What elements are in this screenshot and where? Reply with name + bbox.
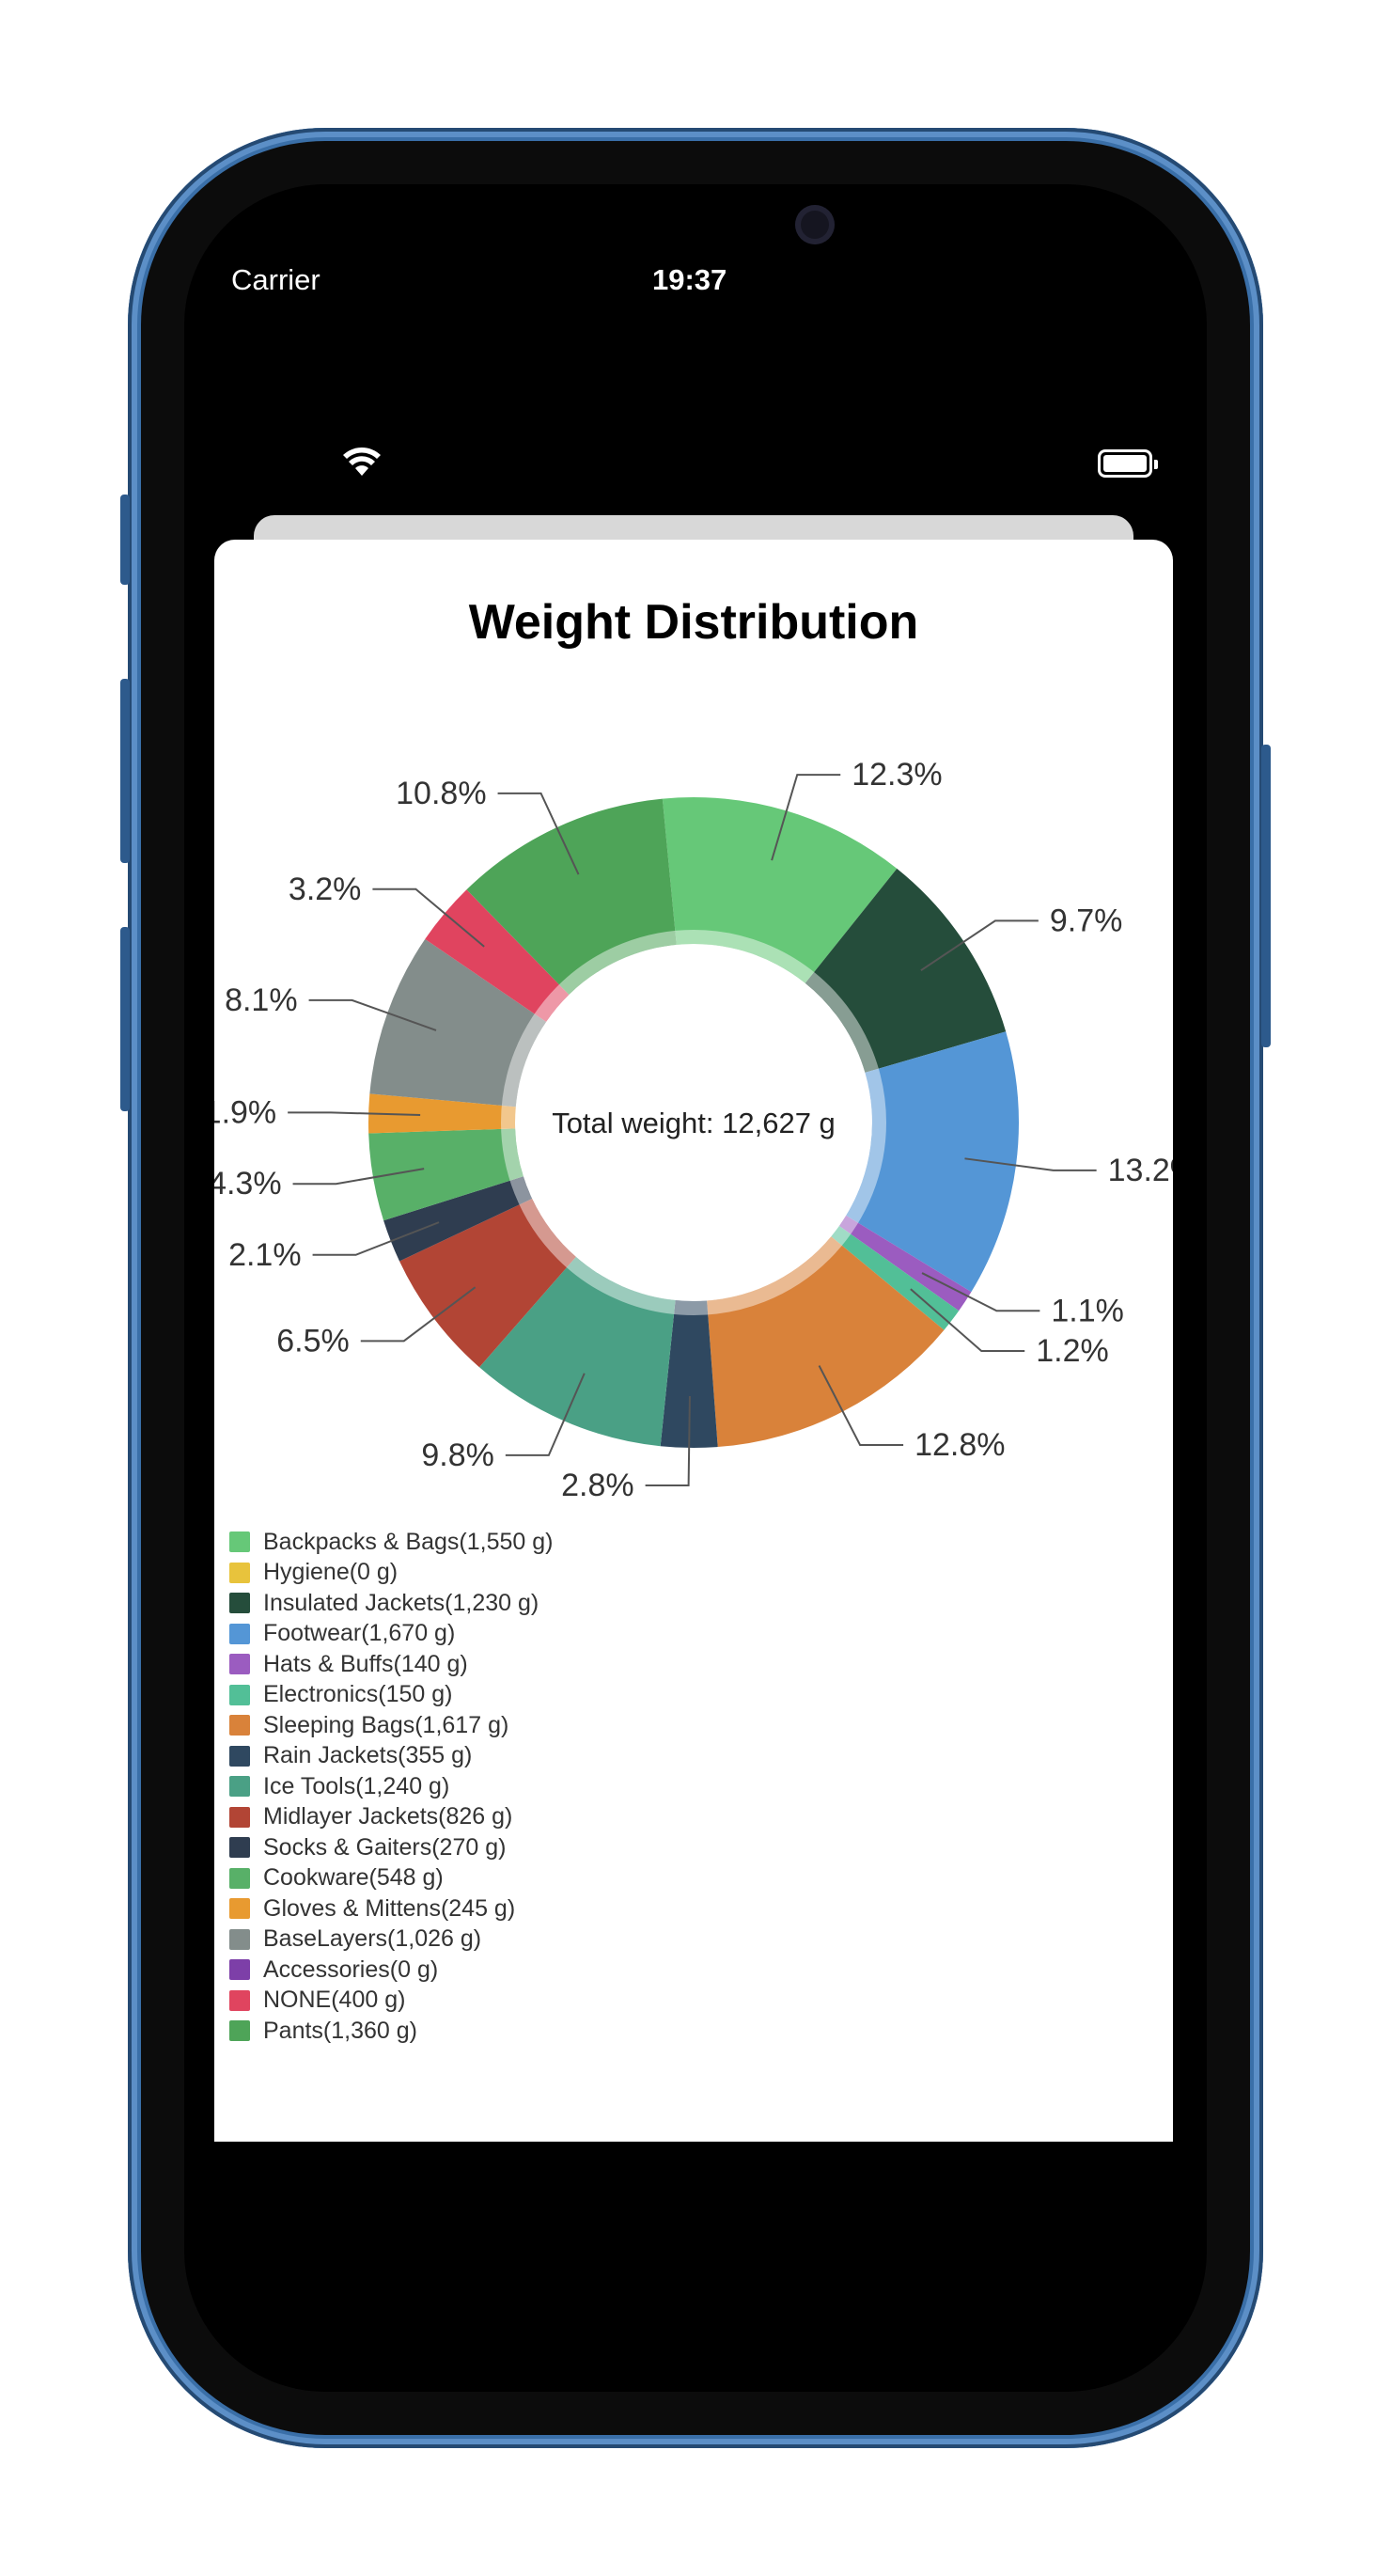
- legend-label: Ice Tools(1,240 g): [263, 1772, 450, 1799]
- legend-swatch: [229, 1989, 250, 2011]
- data-label: 8.1%: [225, 982, 298, 1018]
- legend-item[interactable]: Backpacks & Bags(1,550 g): [229, 1527, 554, 1558]
- data-label: 1.2%: [1036, 1333, 1109, 1369]
- legend-swatch: [229, 1867, 250, 1889]
- legend-swatch: [229, 1806, 250, 1828]
- legend-item[interactable]: Insulated Jackets(1,230 g): [229, 1588, 554, 1619]
- legend-label: Electronics(150 g): [263, 1681, 453, 1708]
- legend-swatch: [229, 1562, 250, 1583]
- data-label: 4.3%: [214, 1166, 282, 1202]
- legend-item[interactable]: Footwear(1,670 g): [229, 1619, 554, 1650]
- legend-swatch: [229, 1959, 250, 1981]
- legend-label: Footwear(1,670 g): [263, 1620, 456, 1647]
- legend-label: Socks & Gaiters(270 g): [263, 1833, 507, 1861]
- legend-swatch: [229, 1531, 250, 1553]
- legend-swatch: [229, 2020, 250, 2042]
- legend-swatch: [229, 1745, 250, 1767]
- legend-label: Hats & Buffs(140 g): [263, 1650, 468, 1677]
- clock: 19:37: [652, 263, 727, 296]
- legend-label: Midlayer Jackets(826 g): [263, 1803, 513, 1830]
- legend-swatch: [229, 1654, 250, 1675]
- legend-swatch: [229, 1898, 250, 1920]
- legend-item[interactable]: Rain Jackets(355 g): [229, 1741, 554, 1772]
- legend-swatch: [229, 1593, 250, 1614]
- legend-swatch: [229, 1837, 250, 1859]
- wifi-icon: [343, 448, 381, 476]
- data-label: 9.8%: [421, 1437, 493, 1473]
- volume-up-button: [120, 679, 130, 863]
- legend-swatch: [229, 1684, 250, 1705]
- silent-switch: [120, 495, 130, 585]
- carrier-label: Carrier: [231, 263, 320, 296]
- data-label: 6.5%: [276, 1323, 350, 1359]
- battery-icon: [1098, 449, 1158, 478]
- data-label: 10.8%: [396, 776, 486, 811]
- legend-item[interactable]: Cookware(548 g): [229, 1863, 554, 1894]
- legend-item[interactable]: Gloves & Mittens(245 g): [229, 1893, 554, 1924]
- power-button: [1261, 745, 1271, 1047]
- legend-swatch: [229, 1623, 250, 1644]
- legend-item[interactable]: BaseLayers(1,026 g): [229, 1924, 554, 1956]
- legend-item[interactable]: Electronics(150 g): [229, 1680, 554, 1711]
- data-label: 9.7%: [1050, 903, 1123, 938]
- data-label: 13.2%: [1108, 1153, 1173, 1188]
- data-label: 1.1%: [1051, 1293, 1124, 1328]
- data-label: 2.8%: [561, 1468, 634, 1503]
- volume-down-button: [120, 927, 130, 1111]
- legend-label: Insulated Jackets(1,230 g): [263, 1589, 539, 1616]
- total-weight-label: Total weight: 12,627 g: [552, 1107, 836, 1139]
- legend-item[interactable]: Ice Tools(1,240 g): [229, 1771, 554, 1802]
- legend-item[interactable]: Midlayer Jackets(826 g): [229, 1802, 554, 1833]
- data-label: 12.8%: [914, 1427, 1005, 1463]
- legend-label: NONE(400 g): [263, 1987, 406, 2014]
- legend-item[interactable]: Hats & Buffs(140 g): [229, 1649, 554, 1680]
- legend-label: Rain Jackets(355 g): [263, 1742, 473, 1769]
- data-label: 12.3%: [852, 757, 942, 793]
- legend-label: Sleeping Bags(1,617 g): [263, 1711, 509, 1738]
- legend-label: Hygiene(0 g): [263, 1559, 399, 1586]
- legend-item[interactable]: Sleeping Bags(1,617 g): [229, 1710, 554, 1741]
- modal-sheet[interactable]: Weight Distribution 12.3%9.7%13.2%1.1%1.…: [214, 540, 1173, 2142]
- legend-item[interactable]: Hygiene(0 g): [229, 1558, 554, 1589]
- legend-item[interactable]: Accessories(0 g): [229, 1955, 554, 1986]
- chart-legend: Backpacks & Bags(1,550 g) Hygiene(0 g) Ins…: [229, 1527, 554, 2047]
- legend-item[interactable]: Socks & Gaiters(270 g): [229, 1832, 554, 1863]
- legend-label: Gloves & Mittens(245 g): [263, 1894, 516, 1922]
- legend-label: Cookware(548 g): [263, 1864, 444, 1892]
- legend-label: BaseLayers(1,026 g): [263, 1925, 482, 1953]
- legend-item[interactable]: NONE(400 g): [229, 1986, 554, 2017]
- donut-chart: 12.3% 9.7% 13.2% 1.1% 1.2% 12.8% 2.8% 9.8% 6.5% 2…: [214, 757, 1173, 1503]
- legend-item[interactable]: Pants(1,360 g): [229, 2016, 554, 2047]
- data-label: 1.9%: [214, 1094, 276, 1130]
- legend-label: Pants(1,360 g): [263, 2017, 417, 2044]
- data-label: 3.2%: [289, 872, 362, 907]
- legend-label: Accessories(0 g): [263, 1956, 439, 1983]
- legend-label: Backpacks & Bags(1,550 g): [263, 1528, 554, 1555]
- front-camera-icon: [795, 205, 835, 244]
- legend-swatch: [229, 1715, 250, 1736]
- data-label: 2.1%: [228, 1237, 302, 1273]
- legend-swatch: [229, 1928, 250, 1950]
- legend-swatch: [229, 1776, 250, 1798]
